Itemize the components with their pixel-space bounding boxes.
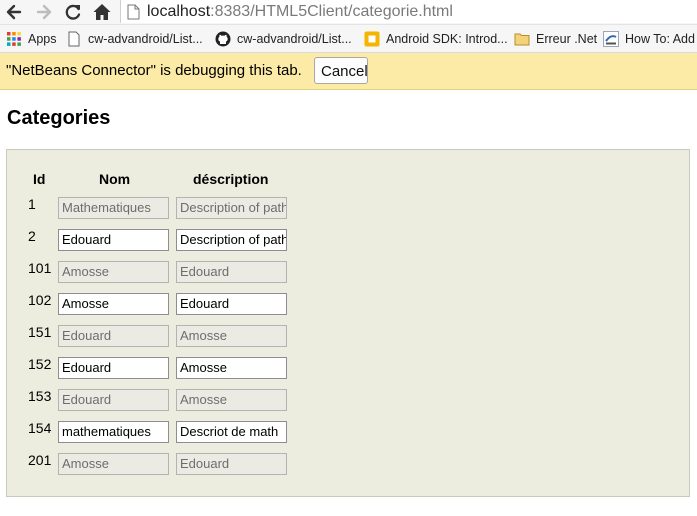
nom-field[interactable]: Edouard (58, 389, 169, 411)
debug-infobar: "NetBeans Connector" is debugging this t… (0, 53, 697, 90)
reload-icon (65, 4, 81, 20)
column-header-description: déscription (193, 171, 269, 187)
address-bar[interactable]: localhost:8383/HTML5Client/categorie.htm… (120, 0, 697, 23)
android-sdk-icon (364, 31, 380, 47)
description-field[interactable]: Descriot de math (176, 421, 287, 443)
forward-button[interactable] (34, 2, 54, 22)
forward-arrow-icon (36, 4, 52, 20)
nom-field[interactable]: Amosse (58, 453, 169, 475)
apps-grid-icon (7, 32, 21, 46)
bookmark-label: How To: Add (625, 32, 695, 46)
bookmark-label: Android SDK: Introd... (386, 32, 508, 46)
row-id: 151 (28, 324, 52, 340)
nom-field[interactable]: Amosse (58, 293, 169, 315)
row-id: 102 (28, 292, 52, 308)
description-field[interactable]: Amosse (176, 389, 287, 411)
browser-toolbar: localhost:8383/HTML5Client/categorie.htm… (0, 0, 697, 25)
bookmark-label: cw-advandroid/List... (237, 32, 352, 46)
nom-field[interactable]: Edouard (58, 325, 169, 347)
url-text: localhost:8383/HTML5Client/categorie.htm… (147, 0, 453, 23)
url-path: :8383/HTML5Client/categorie.html (210, 3, 453, 20)
home-button[interactable] (92, 2, 112, 22)
row-id: 2 (28, 228, 36, 244)
reload-button[interactable] (63, 2, 83, 22)
column-header-nom: Nom (99, 171, 131, 187)
bookmarks-bar: Apps cw-advandroid/List... cw-advandroid… (0, 25, 697, 53)
description-field[interactable]: Description of path (176, 197, 287, 219)
row-id: 153 (28, 388, 52, 404)
description-field[interactable]: Edouard (176, 293, 287, 315)
row-id: 101 (28, 260, 52, 276)
description-field[interactable]: Edouard (176, 261, 287, 283)
description-field[interactable]: Amosse (176, 325, 287, 347)
back-arrow-icon (6, 4, 22, 20)
nom-field[interactable]: Edouard (58, 229, 169, 251)
github-icon (215, 31, 231, 47)
nom-field[interactable]: mathematiques (58, 421, 169, 443)
nom-field[interactable]: Amosse (58, 261, 169, 283)
bookmark-label: cw-advandroid/List... (88, 32, 203, 46)
page-title: Categories (7, 107, 111, 129)
folder-icon (514, 33, 530, 46)
page-icon (127, 4, 140, 20)
infobar-message: "NetBeans Connector" is debugging this t… (6, 62, 302, 79)
column-header-id: Id (33, 171, 46, 187)
url-host: localhost (147, 3, 211, 20)
cancel-debug-button[interactable]: Cancel (314, 57, 368, 84)
bookmark-label: Apps (28, 32, 57, 46)
home-icon (93, 4, 111, 20)
description-field[interactable]: Amosse (176, 357, 287, 379)
description-field[interactable]: Description of path (176, 229, 287, 251)
nom-field[interactable]: Edouard (58, 357, 169, 379)
description-field[interactable]: Edouard (176, 453, 287, 475)
bookmark-label: Erreur .Net (536, 32, 598, 46)
page-icon (68, 31, 80, 47)
row-id: 1 (28, 196, 36, 212)
nom-field[interactable]: Mathematiques (58, 197, 169, 219)
back-button[interactable] (4, 2, 24, 22)
row-id: 152 (28, 356, 52, 372)
row-id: 154 (28, 420, 52, 436)
aspnet-icon (603, 31, 619, 47)
row-id: 201 (28, 452, 52, 468)
